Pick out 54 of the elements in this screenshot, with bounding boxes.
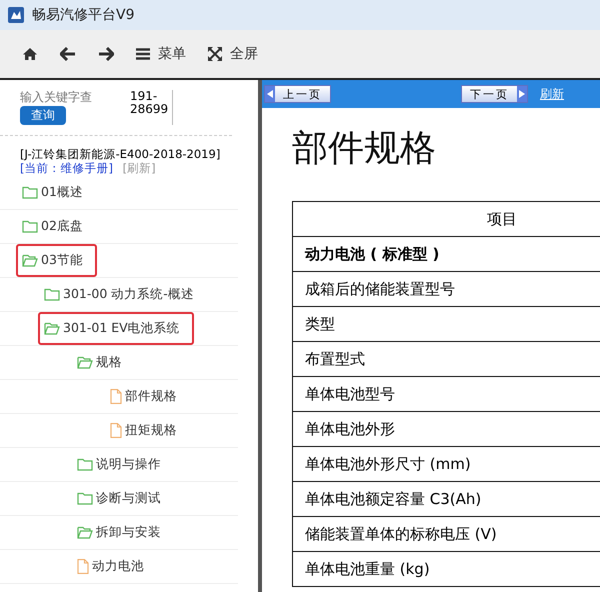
left-arrow-icon	[60, 47, 76, 61]
open-folder-icon	[77, 356, 93, 369]
table-cell: 单体电池额定容量 C3(Ah)	[292, 482, 600, 516]
folder-icon	[22, 186, 38, 199]
table-cell: 单体电池重量 (kg)	[292, 552, 600, 586]
table-cell: 单体电池外形	[292, 412, 600, 446]
tree-item[interactable]: 说明与操作	[71, 448, 167, 481]
right-arrow-icon	[98, 47, 114, 61]
table-cell: 储能装置单体的标称电压 (V)	[292, 516, 600, 552]
open-folder-icon	[77, 526, 93, 539]
table-cell: 成箱后的储能装置型号	[292, 272, 600, 306]
document-icon	[77, 558, 89, 574]
table-cell: 单体电池外形尺寸 (mm)	[292, 446, 600, 482]
search-button[interactable]: 查询	[20, 106, 66, 125]
right-arrow-icon	[519, 90, 525, 98]
document-icon	[110, 388, 122, 404]
tree-item[interactable]: 02底盘	[16, 210, 89, 243]
table-cell: 单体电池型号	[292, 376, 600, 412]
tree-item[interactable]: 301-00 动力系统-概述	[38, 278, 200, 311]
tree-item[interactable]: 301-01 EV电池系统	[38, 312, 194, 345]
app-logo-icon	[8, 7, 24, 23]
table-cell: 类型	[292, 306, 600, 342]
window-title: 畅易汽修平台V9	[32, 6, 134, 24]
refresh-link[interactable]: 刷新	[540, 86, 564, 102]
previous-page-button[interactable]: 上一页	[264, 85, 331, 103]
vehicle-label: [J-江铃集团新能源-E400-2018-2019]	[20, 148, 222, 162]
column-header: 项目	[292, 202, 600, 236]
menu-button[interactable]: 菜单	[128, 41, 194, 67]
folder-icon	[77, 458, 93, 471]
tree-item[interactable]: 部件规格	[104, 380, 183, 413]
folder-icon	[44, 288, 60, 301]
code-text: 191-28699	[130, 90, 173, 125]
tree-item[interactable]: 03节能	[16, 244, 97, 277]
tree-item[interactable]: 规格	[71, 346, 128, 379]
fullscreen-icon	[208, 47, 222, 61]
tree-item[interactable]: 诊断与测试	[71, 482, 167, 515]
tree-item[interactable]: 拆卸与安装	[71, 516, 167, 549]
folder-icon	[22, 220, 38, 233]
tree-item[interactable]: 扭矩规格	[104, 414, 183, 447]
page-heading: 部件规格	[292, 127, 437, 171]
document-icon	[110, 422, 122, 438]
table-cell: 布置型式	[292, 342, 600, 376]
next-page-button[interactable]: 下一页	[461, 85, 528, 103]
left-arrow-icon	[267, 90, 273, 98]
folder-icon	[77, 492, 93, 505]
current-manual-label: [当前：维修手册]	[20, 160, 113, 175]
tree-item[interactable]: 动力电池	[71, 550, 150, 583]
open-folder-icon	[44, 322, 60, 335]
menu-icon	[136, 48, 150, 60]
tree-item[interactable]: 01概述	[16, 176, 89, 209]
table-cell: 动力电池 ( 标准型 )	[292, 236, 600, 272]
home-icon	[22, 47, 38, 61]
fullscreen-button[interactable]: 全屏	[200, 41, 266, 67]
open-folder-icon	[22, 254, 38, 267]
